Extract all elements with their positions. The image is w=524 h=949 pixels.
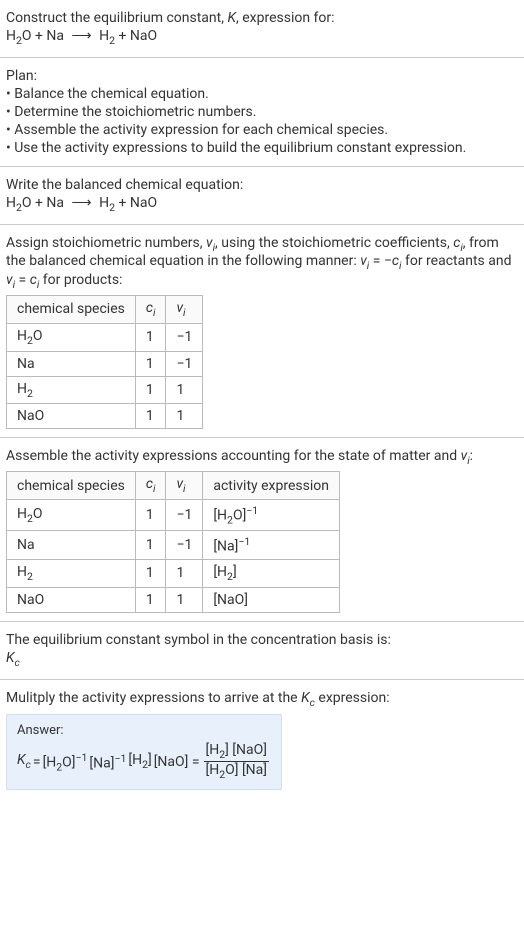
multiply-section: Mulitply the activity expressions to arr… — [0, 680, 524, 798]
Kc: Kc — [17, 752, 31, 771]
symbol-line: The equilibrium constant symbol in the c… — [6, 632, 518, 648]
table-row: Na 1 −1 [Na]−1 — [7, 531, 340, 560]
table-row: H2O 1 −1 [H2O]−1 — [7, 499, 340, 530]
col-species: chemical species — [7, 295, 136, 323]
construct-line: Construct the equilibrium constant, K, e… — [6, 10, 518, 26]
balanced-title: Write the balanced chemical equation: — [6, 177, 518, 193]
col-species: chemical species — [7, 472, 136, 500]
col-nui: νi — [166, 295, 203, 323]
eq-sign: = — [33, 754, 41, 770]
Kc-symbol: Kc — [6, 650, 518, 669]
table-row: H2O 1 −1 — [7, 323, 203, 351]
eq-lhs: H2O + Na — [6, 28, 64, 44]
table-row: NaO 1 1 [NaO] — [7, 587, 340, 612]
term3: [H2] — [128, 752, 151, 771]
plan-section: Plan: • Balance the chemical equation. •… — [0, 58, 524, 167]
table-row: Na 1 −1 — [7, 351, 203, 376]
table-row: NaO 1 1 — [7, 404, 203, 429]
table-header-row: chemical species ci νi activity expressi… — [7, 472, 340, 500]
multiply-line: Mulitply the activity expressions to arr… — [6, 690, 518, 709]
balanced-section: Write the balanced chemical equation: H2… — [0, 167, 524, 225]
eq-rhs: H2 + NaO — [99, 28, 157, 44]
numerator: [H2] [NaO] — [204, 742, 269, 762]
fraction: [H2] [NaO] [H2O] [Na] — [204, 742, 269, 781]
plan-item: • Determine the stoichiometric numbers. — [6, 104, 518, 120]
term4: [NaO] = — [154, 754, 200, 770]
table-row: H2 1 1 [H2] — [7, 560, 340, 588]
plan-title: Plan: — [6, 68, 518, 84]
plan-item: • Balance the chemical equation. — [6, 86, 518, 102]
plan-item: • Assemble the activity expression for e… — [6, 122, 518, 138]
table-row: H2 1 1 — [7, 376, 203, 404]
balanced-equation: H2O + Na ⟶ H2 + NaO — [6, 195, 518, 214]
term2: [Na]−1 — [89, 752, 126, 772]
col-activity: activity expression — [203, 472, 340, 500]
arrow-icon: ⟶ — [68, 195, 96, 211]
K-symbol: K — [227, 10, 236, 26]
activity-title: Assemble the activity expressions accoun… — [6, 448, 518, 467]
plan-item: • Use the activity expressions to build … — [6, 140, 518, 156]
activity-section: Assemble the activity expressions accoun… — [0, 438, 524, 622]
activity-table: chemical species ci νi activity expressi… — [6, 471, 340, 613]
construct-suffix: , expression for: — [236, 10, 335, 26]
table-header-row: chemical species ci νi — [7, 295, 203, 323]
col-nui: νi — [166, 472, 203, 500]
eq-lhs: H2O + Na — [6, 195, 64, 211]
stoich-table: chemical species ci νi H2O 1 −1 Na 1 −1 … — [6, 295, 203, 429]
stoich-section: Assign stoichiometric numbers, νi, using… — [0, 225, 524, 439]
header-section: Construct the equilibrium constant, K, e… — [0, 0, 524, 58]
construct-prefix: Construct the equilibrium constant, — [6, 10, 227, 26]
header-equation: H2O + Na ⟶ H2 + NaO — [6, 28, 518, 47]
answer-equation: Kc = [H2O]−1 [Na]−1 [H2] [NaO] = [H2] [N… — [17, 742, 271, 781]
col-ci: ci — [135, 472, 166, 500]
arrow-icon: ⟶ — [68, 28, 96, 44]
term1: [H2O]−1 — [43, 751, 88, 773]
eq-rhs: H2 + NaO — [99, 195, 157, 211]
symbol-section: The equilibrium constant symbol in the c… — [0, 622, 524, 680]
answer-box: Answer: Kc = [H2O]−1 [Na]−1 [H2] [NaO] =… — [6, 714, 282, 790]
answer-label: Answer: — [17, 723, 271, 738]
denominator: [H2O] [Na] — [204, 762, 269, 781]
col-ci: ci — [135, 295, 166, 323]
stoich-intro: Assign stoichiometric numbers, νi, using… — [6, 235, 518, 291]
